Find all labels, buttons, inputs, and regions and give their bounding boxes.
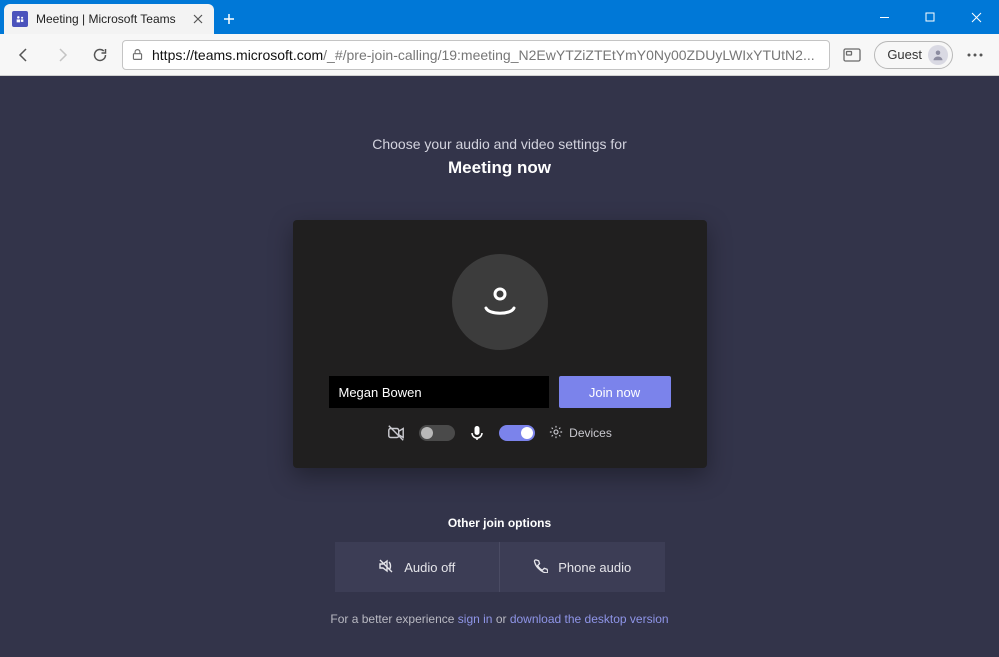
window-maximize-button[interactable] <box>907 0 953 34</box>
teams-favicon <box>12 11 28 27</box>
lock-icon <box>131 48 144 61</box>
forward-button[interactable] <box>46 39 78 71</box>
phone-icon <box>533 558 548 576</box>
more-menu-button[interactable] <box>959 39 991 71</box>
footnote: For a better experience sign in or downl… <box>330 612 668 626</box>
settings-prompt: Choose your audio and video settings for <box>372 136 627 152</box>
browser-toolbar: https://teams.microsoft.com/_#/pre-join-… <box>0 34 999 76</box>
meeting-name: Meeting now <box>448 158 551 178</box>
window-titlebar: Meeting | Microsoft Teams <box>0 0 999 34</box>
av-controls: Devices <box>387 424 612 442</box>
audio-off-icon <box>378 558 394 577</box>
devices-label: Devices <box>569 426 612 440</box>
teams-prejoin-page: Choose your audio and video settings for… <box>0 76 999 657</box>
mic-toggle[interactable] <box>499 425 535 441</box>
audio-off-label: Audio off <box>404 560 455 575</box>
mic-icon <box>469 425 485 441</box>
video-preview-panel: Join now Devices <box>293 220 707 468</box>
name-input[interactable] <box>329 376 549 408</box>
phone-audio-label: Phone audio <box>558 560 631 575</box>
refresh-button[interactable] <box>84 39 116 71</box>
join-now-button[interactable]: Join now <box>559 376 671 408</box>
phone-audio-option[interactable]: Phone audio <box>499 542 665 592</box>
tab-title: Meeting | Microsoft Teams <box>36 12 190 26</box>
screenshot-icon[interactable] <box>836 39 868 71</box>
window-controls <box>861 0 999 34</box>
name-join-row: Join now <box>329 376 671 408</box>
other-options-panel: Audio off Phone audio <box>335 542 665 592</box>
window-close-button[interactable] <box>953 0 999 34</box>
profile-button[interactable]: Guest <box>874 41 953 69</box>
profile-label: Guest <box>887 47 922 62</box>
back-button[interactable] <box>8 39 40 71</box>
tab-close-icon[interactable] <box>190 11 206 27</box>
window-minimize-button[interactable] <box>861 0 907 34</box>
devices-button[interactable]: Devices <box>549 425 612 442</box>
address-bar[interactable]: https://teams.microsoft.com/_#/pre-join-… <box>122 40 830 70</box>
avatar-placeholder <box>452 254 548 350</box>
other-options-heading: Other join options <box>448 516 551 530</box>
sign-in-link[interactable]: sign in <box>458 612 493 626</box>
url-text: https://teams.microsoft.com/_#/pre-join-… <box>152 47 821 63</box>
browser-tab[interactable]: Meeting | Microsoft Teams <box>4 4 214 34</box>
download-link[interactable]: download the desktop version <box>510 612 669 626</box>
camera-off-icon <box>387 424 405 442</box>
camera-toggle[interactable] <box>419 425 455 441</box>
profile-avatar-icon <box>928 45 948 65</box>
gear-icon <box>549 425 563 442</box>
audio-off-option[interactable]: Audio off <box>335 542 500 592</box>
new-tab-button[interactable] <box>214 4 244 34</box>
